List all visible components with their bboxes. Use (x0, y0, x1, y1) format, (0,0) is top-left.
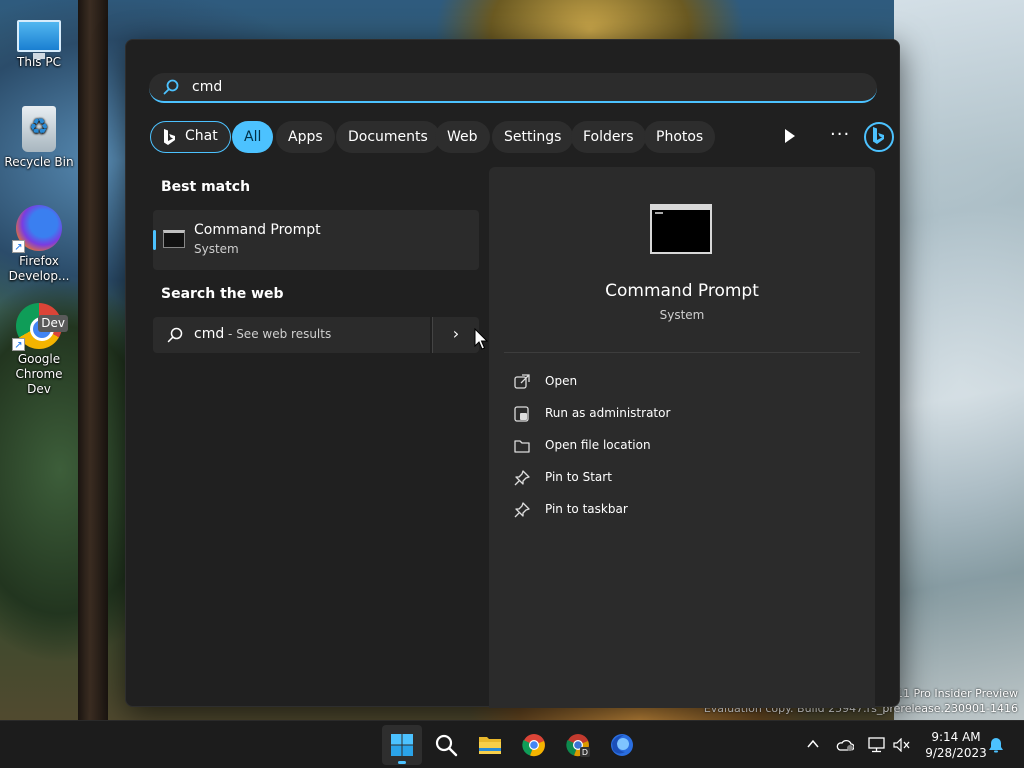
search-flyout: cmd Chat All Apps Documents Web Settings… (125, 39, 900, 708)
command-prompt-large-icon (650, 204, 712, 254)
detail-subtitle: System (659, 308, 705, 322)
filter-folders-tab[interactable]: Folders (571, 121, 646, 153)
desktop-icon-this-pc[interactable]: This PC (4, 12, 74, 70)
search-icon (167, 327, 183, 343)
taskbar: D 9:14 AM 9/28/2023 (0, 720, 1024, 768)
filter-all-tab[interactable]: All (232, 121, 274, 153)
taskbar-firefox-dev[interactable] (602, 725, 642, 765)
monitor-icon (17, 20, 61, 59)
best-match-command-prompt[interactable]: Command Prompt System (153, 210, 479, 270)
recycle-bin-icon: ♻ (22, 106, 56, 152)
detail-divider (504, 352, 860, 353)
desktop-icon-firefox-dev[interactable]: ↗ Firefox Develop... (4, 205, 74, 284)
command-prompt-icon (163, 230, 185, 248)
filter-chat-label: Chat (185, 128, 218, 144)
web-query-text: cmd - See web results (194, 326, 331, 342)
filter-settings-tab[interactable]: Settings (492, 121, 574, 153)
web-query-suffix: - See web results (224, 327, 332, 341)
shortcut-arrow-icon: ↗ (12, 338, 25, 351)
taskbar-file-explorer[interactable] (470, 725, 510, 765)
action-label: Run as administrator (545, 406, 671, 420)
action-label: Pin to taskbar (545, 502, 628, 516)
search-input[interactable]: cmd (149, 73, 877, 103)
chevron-right-icon: › (452, 324, 460, 343)
svg-text:D: D (582, 748, 588, 757)
web-results-arrow-button[interactable]: › (432, 317, 479, 353)
best-match-title: Command Prompt (194, 222, 321, 238)
action-pin-to-start[interactable]: Pin to Start (513, 466, 813, 490)
chrome-dev-icon: Dev ↗ (12, 303, 68, 351)
search-icon (163, 79, 179, 95)
action-label: Pin to Start (545, 470, 612, 484)
detail-title: Command Prompt (605, 281, 759, 301)
action-label: Open (545, 374, 578, 388)
search-filter-bar: Chat All Apps Documents Web Settings Fol… (150, 120, 894, 154)
clock-date: 9/28/2023 (925, 746, 987, 760)
desktop-icon-label: Recycle Bin (4, 155, 74, 169)
web-search-result: cmd - See web results › (153, 317, 479, 353)
file-explorer-icon (479, 737, 501, 754)
action-pin-to-taskbar[interactable]: Pin to taskbar (513, 498, 813, 522)
mouse-cursor-icon (474, 328, 488, 350)
desktop-icon-chrome-dev[interactable]: Dev ↗ Google Chrome Dev (4, 303, 74, 397)
network-icon (868, 737, 885, 753)
pin-icon (514, 470, 530, 486)
desktop-icon-label: Firefox Develop... (8, 254, 70, 283)
shortcut-arrow-icon: ↗ (12, 240, 25, 253)
desktop-icon-label: Google Chrome Dev (15, 352, 63, 396)
desktop-icon-recycle-bin[interactable]: ♻ Recycle Bin (4, 106, 74, 170)
open-external-icon (514, 374, 530, 389)
taskbar-clock[interactable]: 9:14 AM 9/28/2023 (916, 729, 996, 761)
action-open[interactable]: Open (513, 370, 813, 394)
filter-apps-tab[interactable]: Apps (276, 121, 335, 153)
web-search-result-button[interactable]: cmd - See web results (153, 317, 430, 353)
pin-icon (514, 502, 530, 518)
taskbar-search-button[interactable] (426, 725, 466, 765)
bing-logo-icon[interactable] (863, 121, 895, 153)
chrome-icon (522, 734, 545, 757)
start-icon (391, 734, 413, 756)
best-match-heading: Best match (161, 179, 251, 195)
bell-icon (989, 738, 1003, 753)
search-web-heading: Search the web (161, 286, 284, 302)
firefox-dev-icon: ↗ (12, 205, 62, 253)
result-detail-pane: Command Prompt System Open Run as admini… (489, 167, 875, 708)
chevron-up-icon (807, 739, 819, 748)
chrome-dev-icon: D (566, 734, 590, 757)
filter-documents-tab[interactable]: Documents (336, 121, 440, 153)
selection-indicator (153, 230, 156, 250)
bing-chat-icon (164, 129, 175, 145)
dev-badge: Dev (38, 315, 68, 332)
play-icon[interactable] (781, 127, 797, 145)
taskbar-start-button[interactable] (382, 725, 422, 765)
clock-time: 9:14 AM (931, 730, 981, 744)
wallpaper-tree-trunk (78, 0, 108, 720)
web-query: cmd (194, 326, 225, 342)
more-options-button[interactable]: ··· (830, 124, 850, 145)
volume-muted-icon (893, 738, 910, 752)
action-open-file-location[interactable]: Open file location (513, 434, 813, 458)
shield-admin-icon (514, 406, 529, 422)
taskbar-chrome-dev[interactable]: D (558, 725, 598, 765)
firefox-dev-icon (611, 734, 633, 756)
taskbar-chrome[interactable] (514, 725, 554, 765)
filter-web-tab[interactable]: Web (435, 121, 490, 153)
search-icon (435, 734, 458, 757)
filter-chat-button[interactable]: Chat (150, 121, 231, 153)
onedrive-icon (836, 739, 854, 751)
search-query-text: cmd (192, 79, 223, 95)
wallpaper-snowy-tree (894, 0, 1024, 720)
folder-icon (514, 440, 530, 453)
best-match-subtitle: System (194, 242, 239, 256)
action-run-as-administrator[interactable]: Run as administrator (513, 402, 813, 426)
action-label: Open file location (545, 438, 651, 452)
filter-photos-tab[interactable]: Photos (644, 121, 716, 153)
